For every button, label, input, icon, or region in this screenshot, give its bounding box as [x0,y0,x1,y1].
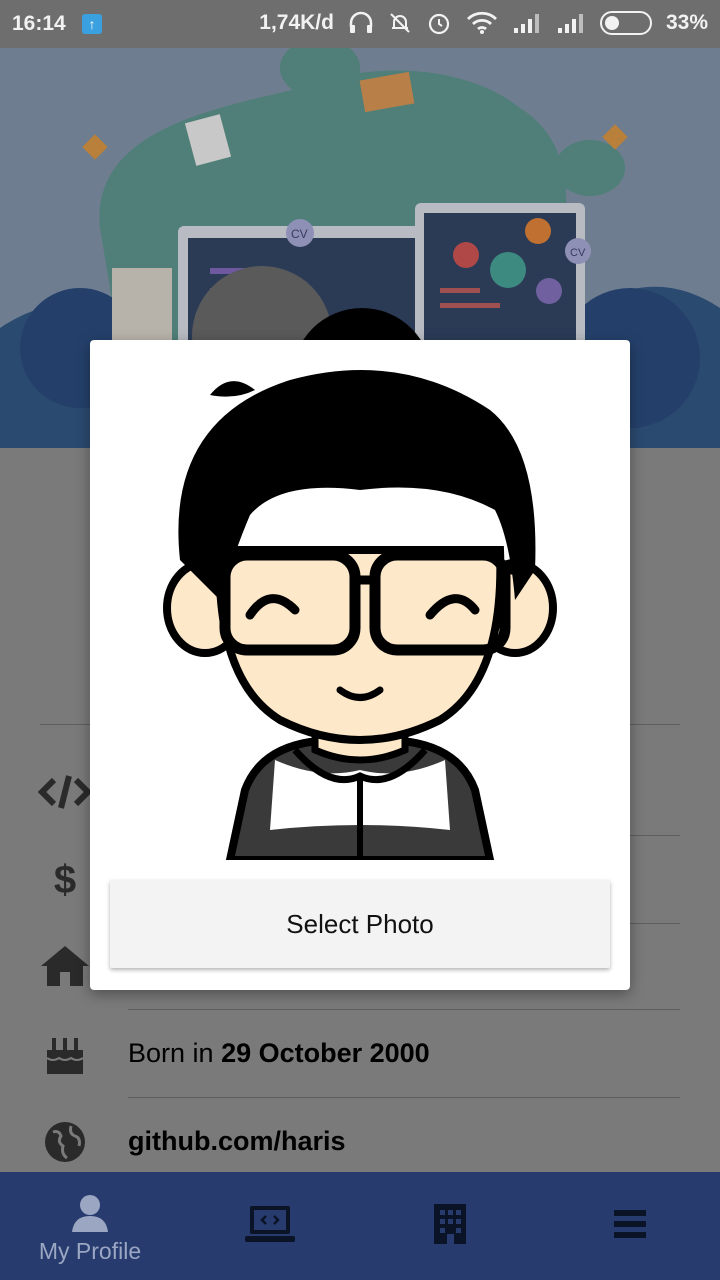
nav-label-my-profile: My Profile [38,1238,142,1264]
status-bar: 16:14 ↑ 1,74K/d 33% [0,0,720,48]
user-icon [72,1195,108,1232]
avatar-preview [110,350,610,860]
battery-percent: 33% [665,11,708,34]
select-photo-button[interactable]: Select Photo [110,880,610,968]
nav-item-menu[interactable] [590,1172,670,1280]
muted-bell-icon [390,13,410,33]
nav-item-company[interactable] [410,1172,490,1280]
menu-icon [614,1210,646,1238]
upload-notification-icon: ↑ [82,14,102,34]
building-icon [434,1204,466,1244]
nav-item-my-profile[interactable]: My Profile [30,1172,150,1280]
signal-icon-1 [513,14,539,33]
headphones-icon [349,11,373,33]
network-speed: 1,74K/d [259,11,334,34]
status-time: 16:14 [12,12,66,35]
status-icons: 1,74K/d 33% [259,10,708,36]
nav-item-portfolio[interactable] [230,1172,310,1280]
bottom-navigation: My Profile [0,1172,720,1280]
select-photo-dialog: Select Photo [90,340,630,990]
laptop-code-icon [245,1206,295,1242]
alarm-icon [428,13,450,35]
wifi-icon [466,11,497,34]
battery-icon [599,11,652,35]
signal-icon-2 [557,14,583,33]
